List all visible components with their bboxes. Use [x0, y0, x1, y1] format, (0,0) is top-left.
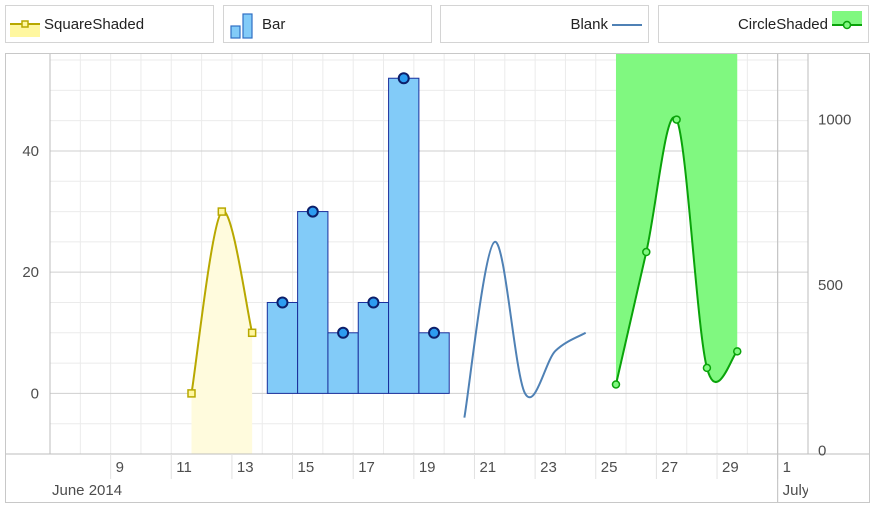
legend-circleshaded-marker	[842, 20, 852, 30]
x-tick-label: 17	[358, 459, 375, 476]
point-5	[733, 347, 742, 356]
legend-circleshaded[interactable]: CircleShaded	[658, 5, 869, 43]
y-right-tick-label: 1000	[818, 112, 851, 129]
bar-point-6	[428, 326, 441, 339]
series-layer	[187, 54, 742, 454]
chart-frame: 0 20 40 0 500 1000 9 11 13 15 17 19 21 23 25 27 29 1 June …	[5, 53, 870, 503]
axes: 0 20 40 0 500 1000 9 11 13 15 17 19 21 23 25 27 29 1 June …	[6, 54, 869, 502]
legend-circleshaded-label: CircleShaded	[737, 16, 828, 33]
y-left-tick-label: 0	[31, 385, 39, 402]
area-fill	[615, 54, 738, 385]
point-3	[672, 115, 681, 124]
legend-blank-label: Blank	[570, 16, 608, 33]
point-2	[642, 247, 651, 257]
bar-point-5	[397, 72, 410, 85]
x-tick-label: 29	[722, 459, 739, 476]
legend-bar[interactable]: Bar	[223, 5, 432, 43]
point-1	[187, 389, 196, 398]
legend-bar-rect-short	[230, 25, 241, 39]
chart: 0 20 40 0 500 1000 9 11 13 15 17 19 21 23 25 27 29 1 June …	[6, 54, 869, 502]
x-tick-label: 21	[479, 459, 496, 476]
y-left-tick-label: 40	[22, 143, 39, 160]
x-tick-label: 23	[540, 459, 557, 476]
legend-bar-label: Bar	[262, 16, 286, 33]
point-3	[247, 328, 257, 338]
bar-point-2	[306, 205, 319, 218]
x-month-label: July 201	[783, 482, 839, 499]
series-line	[463, 240, 587, 418]
x-tick-label: 27	[661, 459, 678, 476]
series-squareshaded	[187, 207, 257, 454]
x-tick-label: 9	[116, 459, 124, 476]
legend-squareshaded[interactable]: SquareShaded	[5, 5, 214, 43]
legend-bar-swatch	[230, 13, 253, 39]
legend-blank[interactable]: Blank	[440, 5, 649, 43]
series-bar	[266, 72, 450, 394]
series-blank	[463, 240, 587, 418]
x-month-label: June 2014	[52, 482, 122, 499]
x-tick-label: 11	[176, 459, 192, 476]
bar-4	[357, 301, 390, 394]
x-tick-label: 1	[783, 459, 791, 476]
y-right-tick-label: 500	[818, 277, 843, 294]
bar-3	[327, 332, 359, 394]
point-4	[702, 363, 712, 373]
bar-6	[418, 332, 450, 394]
point-2	[217, 207, 227, 216]
y-right-tick-label: 0	[818, 443, 826, 460]
x-tick-label: 25	[601, 459, 618, 476]
bar-2	[297, 211, 329, 394]
point-1	[611, 380, 621, 389]
y-left-tick-label: 20	[22, 264, 39, 281]
x-tick-label: 13	[237, 459, 254, 476]
legend-squareshaded-label: SquareShaded	[44, 16, 145, 33]
legend-bar-rect-tall	[242, 13, 253, 39]
legend-squareshaded-swatch	[10, 20, 40, 37]
bar-1	[266, 301, 299, 394]
series-circleshaded	[611, 54, 742, 389]
bar-point-4	[367, 296, 380, 309]
bar-point-1	[276, 296, 289, 309]
legend-squareshaded-marker	[21, 20, 29, 28]
legend-circleshaded-swatch	[832, 11, 862, 30]
legend-blank-swatch	[612, 24, 642, 26]
bar-point-3	[337, 326, 350, 339]
x-tick-label: 19	[419, 459, 436, 476]
bar-5	[388, 77, 420, 394]
x-tick-label: 15	[298, 459, 315, 476]
